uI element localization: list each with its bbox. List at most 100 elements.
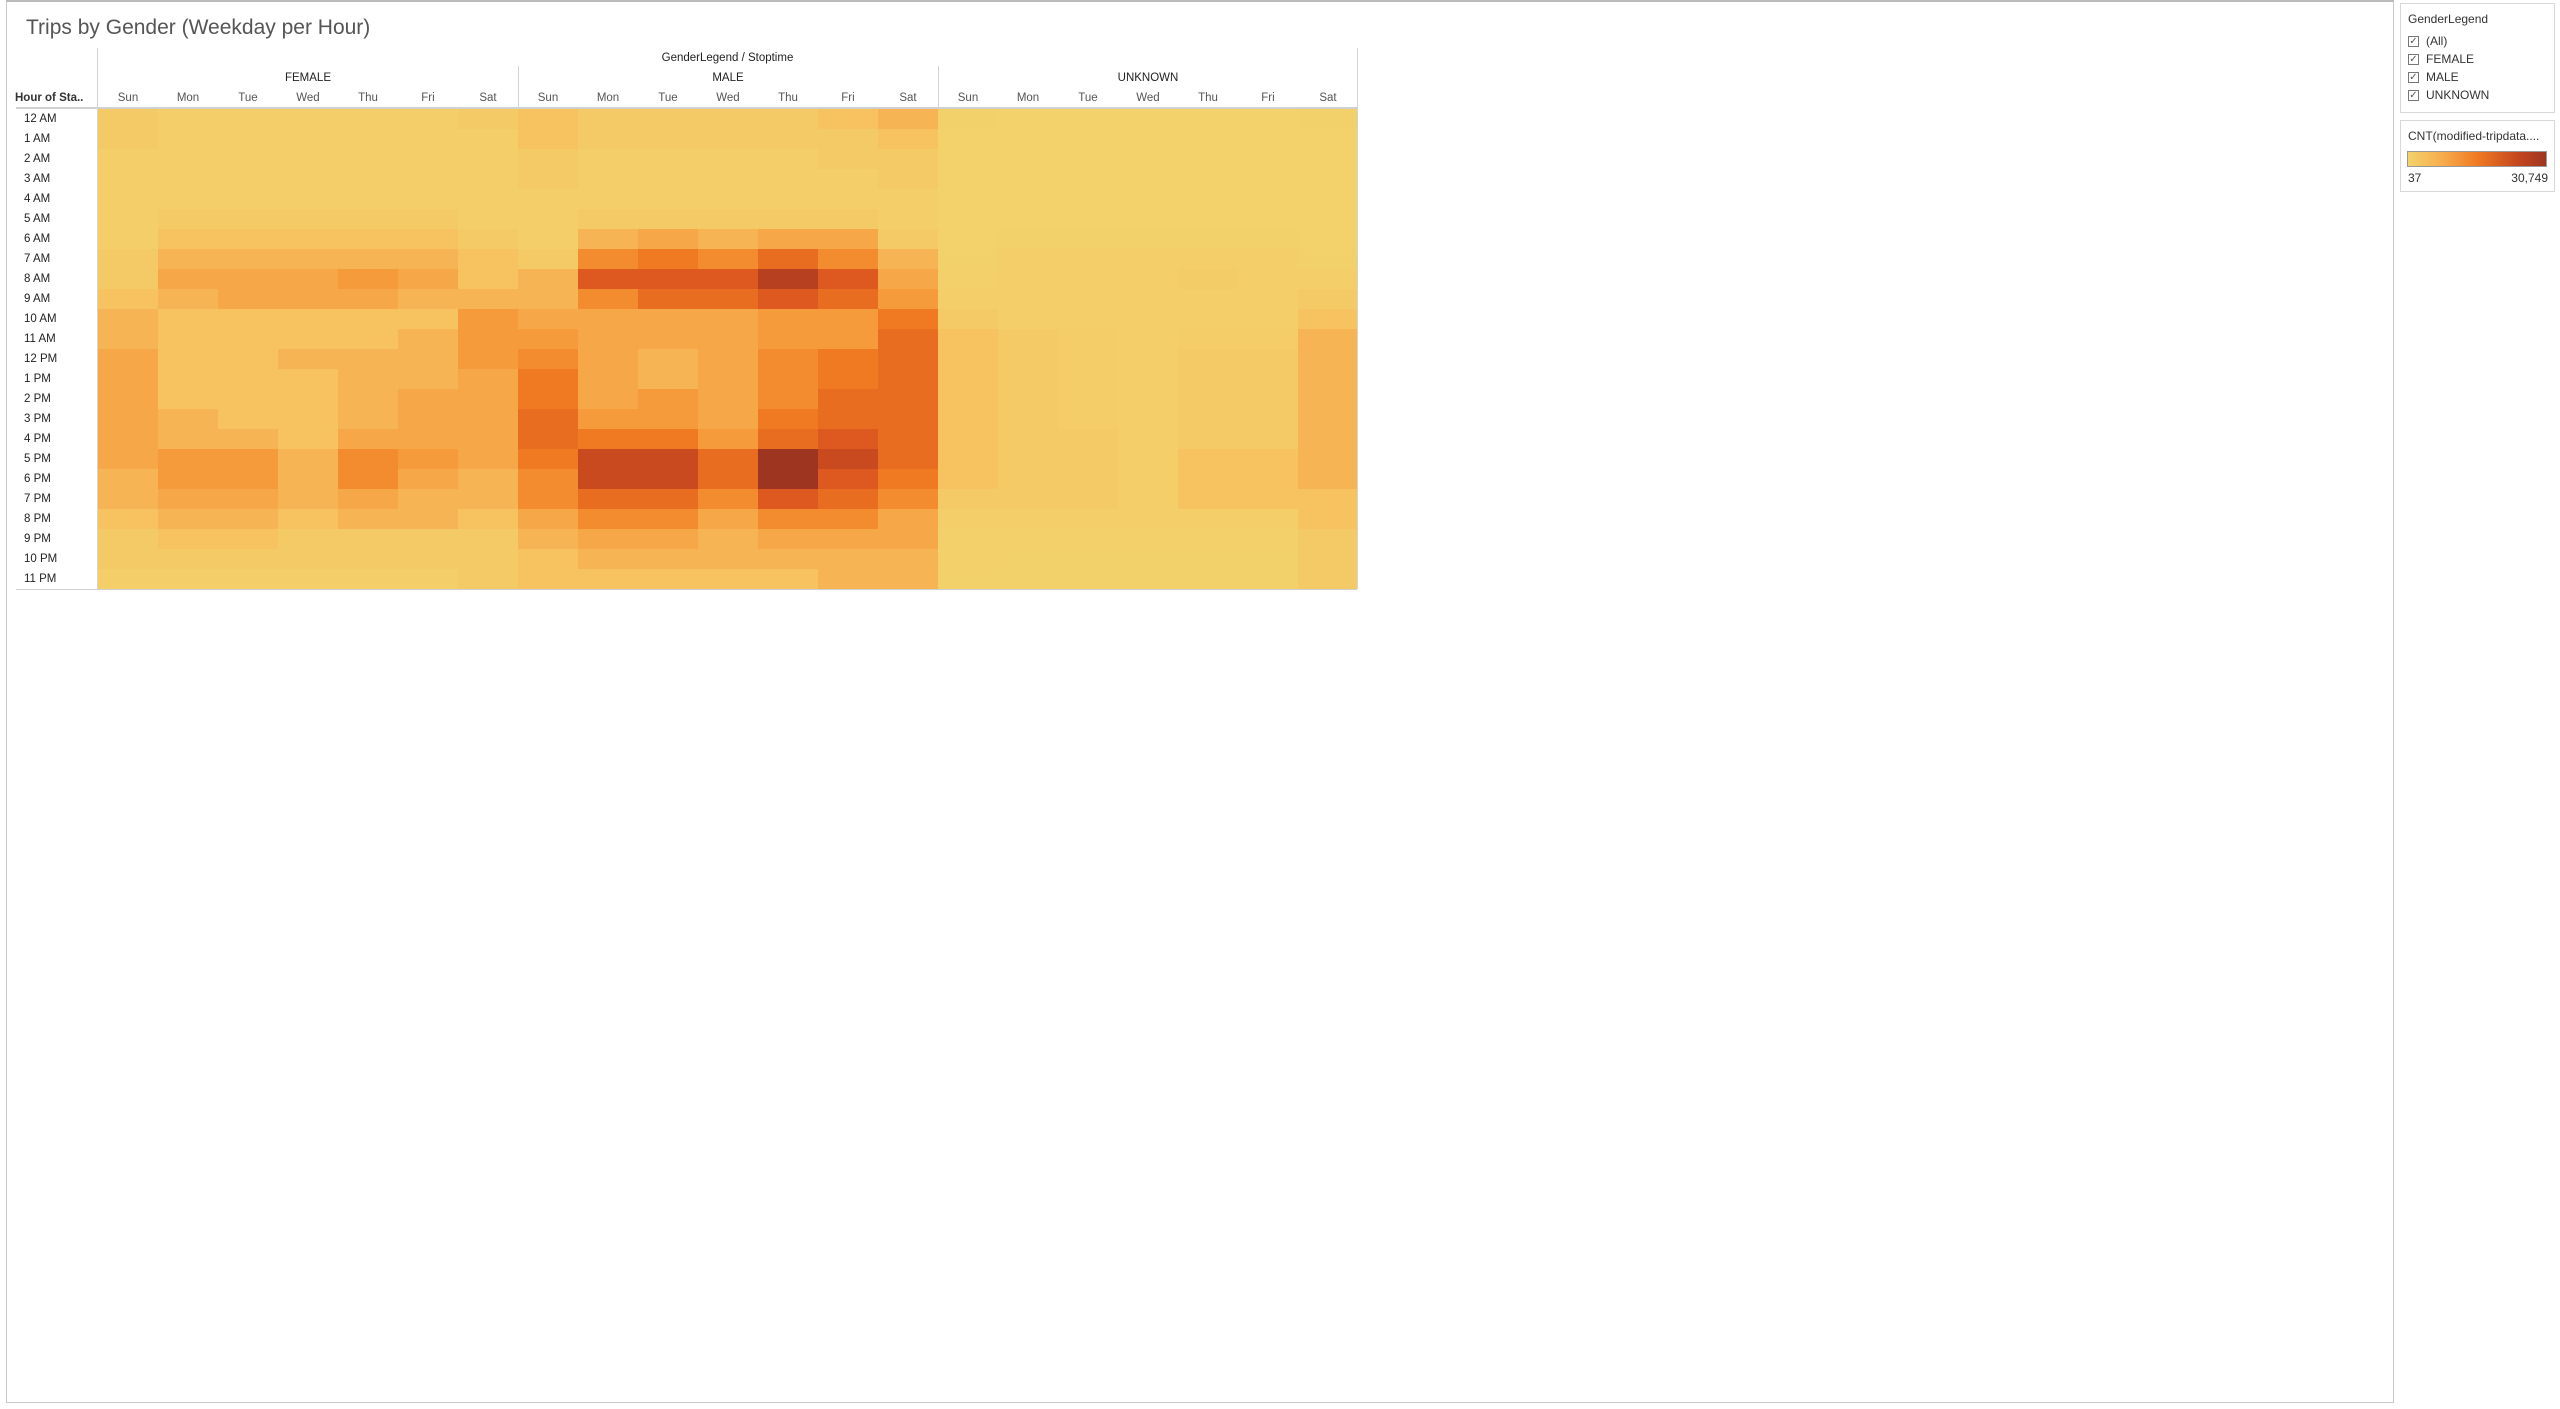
heatmap-cell[interactable] (938, 209, 998, 229)
heatmap-cell[interactable] (398, 189, 458, 209)
heatmap-cell[interactable] (638, 549, 698, 569)
heatmap-cell[interactable] (998, 249, 1058, 269)
heatmap-cell[interactable] (338, 549, 398, 569)
heatmap-cell[interactable] (458, 209, 518, 229)
heatmap-cell[interactable] (398, 329, 458, 349)
heatmap-cell[interactable] (758, 129, 818, 149)
heatmap-cell[interactable] (1238, 189, 1298, 209)
heatmap-cell[interactable] (758, 509, 818, 529)
heatmap-cell[interactable] (878, 129, 938, 149)
heatmap-cell[interactable] (938, 249, 998, 269)
heatmap-cell[interactable] (758, 389, 818, 409)
heatmap-cell[interactable] (398, 429, 458, 449)
heatmap-cell[interactable] (878, 369, 938, 389)
heatmap-cell[interactable] (998, 349, 1058, 369)
heatmap-cell[interactable] (458, 429, 518, 449)
heatmap-cell[interactable] (158, 229, 218, 249)
heatmap-cell[interactable] (518, 449, 578, 469)
heatmap-cell[interactable] (398, 509, 458, 529)
heatmap-cell[interactable] (218, 409, 278, 429)
heatmap-cell[interactable] (458, 349, 518, 369)
heatmap-cell[interactable] (578, 249, 638, 269)
heatmap-cell[interactable] (1058, 149, 1118, 169)
heatmap-cell[interactable] (878, 229, 938, 249)
heatmap-cell[interactable] (638, 409, 698, 429)
heatmap-cell[interactable] (218, 129, 278, 149)
heatmap-cell[interactable] (518, 249, 578, 269)
heatmap-cell[interactable] (158, 329, 218, 349)
heatmap-cell[interactable] (578, 189, 638, 209)
heatmap-cell[interactable] (758, 209, 818, 229)
heatmap-cell[interactable] (998, 509, 1058, 529)
heatmap-cell[interactable] (518, 269, 578, 289)
heatmap-cell[interactable] (818, 309, 878, 329)
heatmap-cell[interactable] (518, 429, 578, 449)
heatmap-cell[interactable] (758, 109, 818, 129)
heatmap-cell[interactable] (158, 369, 218, 389)
heatmap-cell[interactable] (938, 309, 998, 329)
heatmap-cell[interactable] (998, 129, 1058, 149)
heatmap-cell[interactable] (458, 369, 518, 389)
heatmap-cell[interactable] (638, 429, 698, 449)
heatmap-cell[interactable] (998, 369, 1058, 389)
heatmap-cell[interactable] (278, 229, 338, 249)
heatmap-cell[interactable] (758, 289, 818, 309)
heatmap-cell[interactable] (1118, 329, 1178, 349)
heatmap-cell[interactable] (698, 489, 758, 509)
heatmap-cell[interactable] (998, 329, 1058, 349)
heatmap-cell[interactable] (998, 449, 1058, 469)
heatmap-cell[interactable] (398, 169, 458, 189)
heatmap-cell[interactable] (578, 369, 638, 389)
heatmap-cell[interactable] (938, 429, 998, 449)
heatmap-cell[interactable] (938, 329, 998, 349)
heatmap-cell[interactable] (338, 529, 398, 549)
heatmap-cell[interactable] (578, 569, 638, 589)
heatmap-cell[interactable] (1298, 169, 1358, 189)
heatmap-cell[interactable] (938, 489, 998, 509)
heatmap-cell[interactable] (758, 409, 818, 429)
heatmap-cell[interactable] (878, 469, 938, 489)
heatmap-cell[interactable] (1238, 169, 1298, 189)
heatmap-cell[interactable] (518, 549, 578, 569)
heatmap-cell[interactable] (698, 289, 758, 309)
heatmap-cell[interactable] (458, 249, 518, 269)
heatmap-cell[interactable] (278, 529, 338, 549)
heatmap-cell[interactable] (98, 529, 158, 549)
heatmap-cell[interactable] (218, 509, 278, 529)
heatmap-cell[interactable] (458, 449, 518, 469)
heatmap-cell[interactable] (1178, 329, 1238, 349)
heatmap-cell[interactable] (758, 149, 818, 169)
heatmap-cell[interactable] (1178, 409, 1238, 429)
heatmap-cell[interactable] (998, 569, 1058, 589)
filter-item[interactable]: ✓ UNKNOWN (2401, 86, 2554, 104)
heatmap-cell[interactable] (218, 449, 278, 469)
heatmap-cell[interactable] (818, 229, 878, 249)
heatmap-cell[interactable] (1298, 429, 1358, 449)
heatmap-cell[interactable] (1178, 389, 1238, 409)
heatmap-cell[interactable] (698, 309, 758, 329)
heatmap-cell[interactable] (1298, 109, 1358, 129)
heatmap-cell[interactable] (758, 469, 818, 489)
heatmap-cell[interactable] (578, 349, 638, 369)
heatmap-cell[interactable] (698, 429, 758, 449)
heatmap-cell[interactable] (278, 329, 338, 349)
heatmap-cell[interactable] (578, 229, 638, 249)
heatmap-cell[interactable] (758, 169, 818, 189)
heatmap-cell[interactable] (578, 149, 638, 169)
heatmap-cell[interactable] (758, 529, 818, 549)
heatmap-cell[interactable] (278, 509, 338, 529)
heatmap-cell[interactable] (338, 309, 398, 329)
heatmap-cell[interactable] (758, 249, 818, 269)
heatmap-cell[interactable] (638, 469, 698, 489)
heatmap-cell[interactable] (1058, 289, 1118, 309)
heatmap-cell[interactable] (1118, 309, 1178, 329)
heatmap-cell[interactable] (1298, 529, 1358, 549)
heatmap-cell[interactable] (578, 209, 638, 229)
heatmap-cell[interactable] (938, 269, 998, 289)
heatmap-cell[interactable] (698, 389, 758, 409)
heatmap-cell[interactable] (1298, 369, 1358, 389)
heatmap-cell[interactable] (518, 229, 578, 249)
heatmap-cell[interactable] (1058, 509, 1118, 529)
heatmap-cell[interactable] (1298, 349, 1358, 369)
heatmap-cell[interactable] (698, 369, 758, 389)
